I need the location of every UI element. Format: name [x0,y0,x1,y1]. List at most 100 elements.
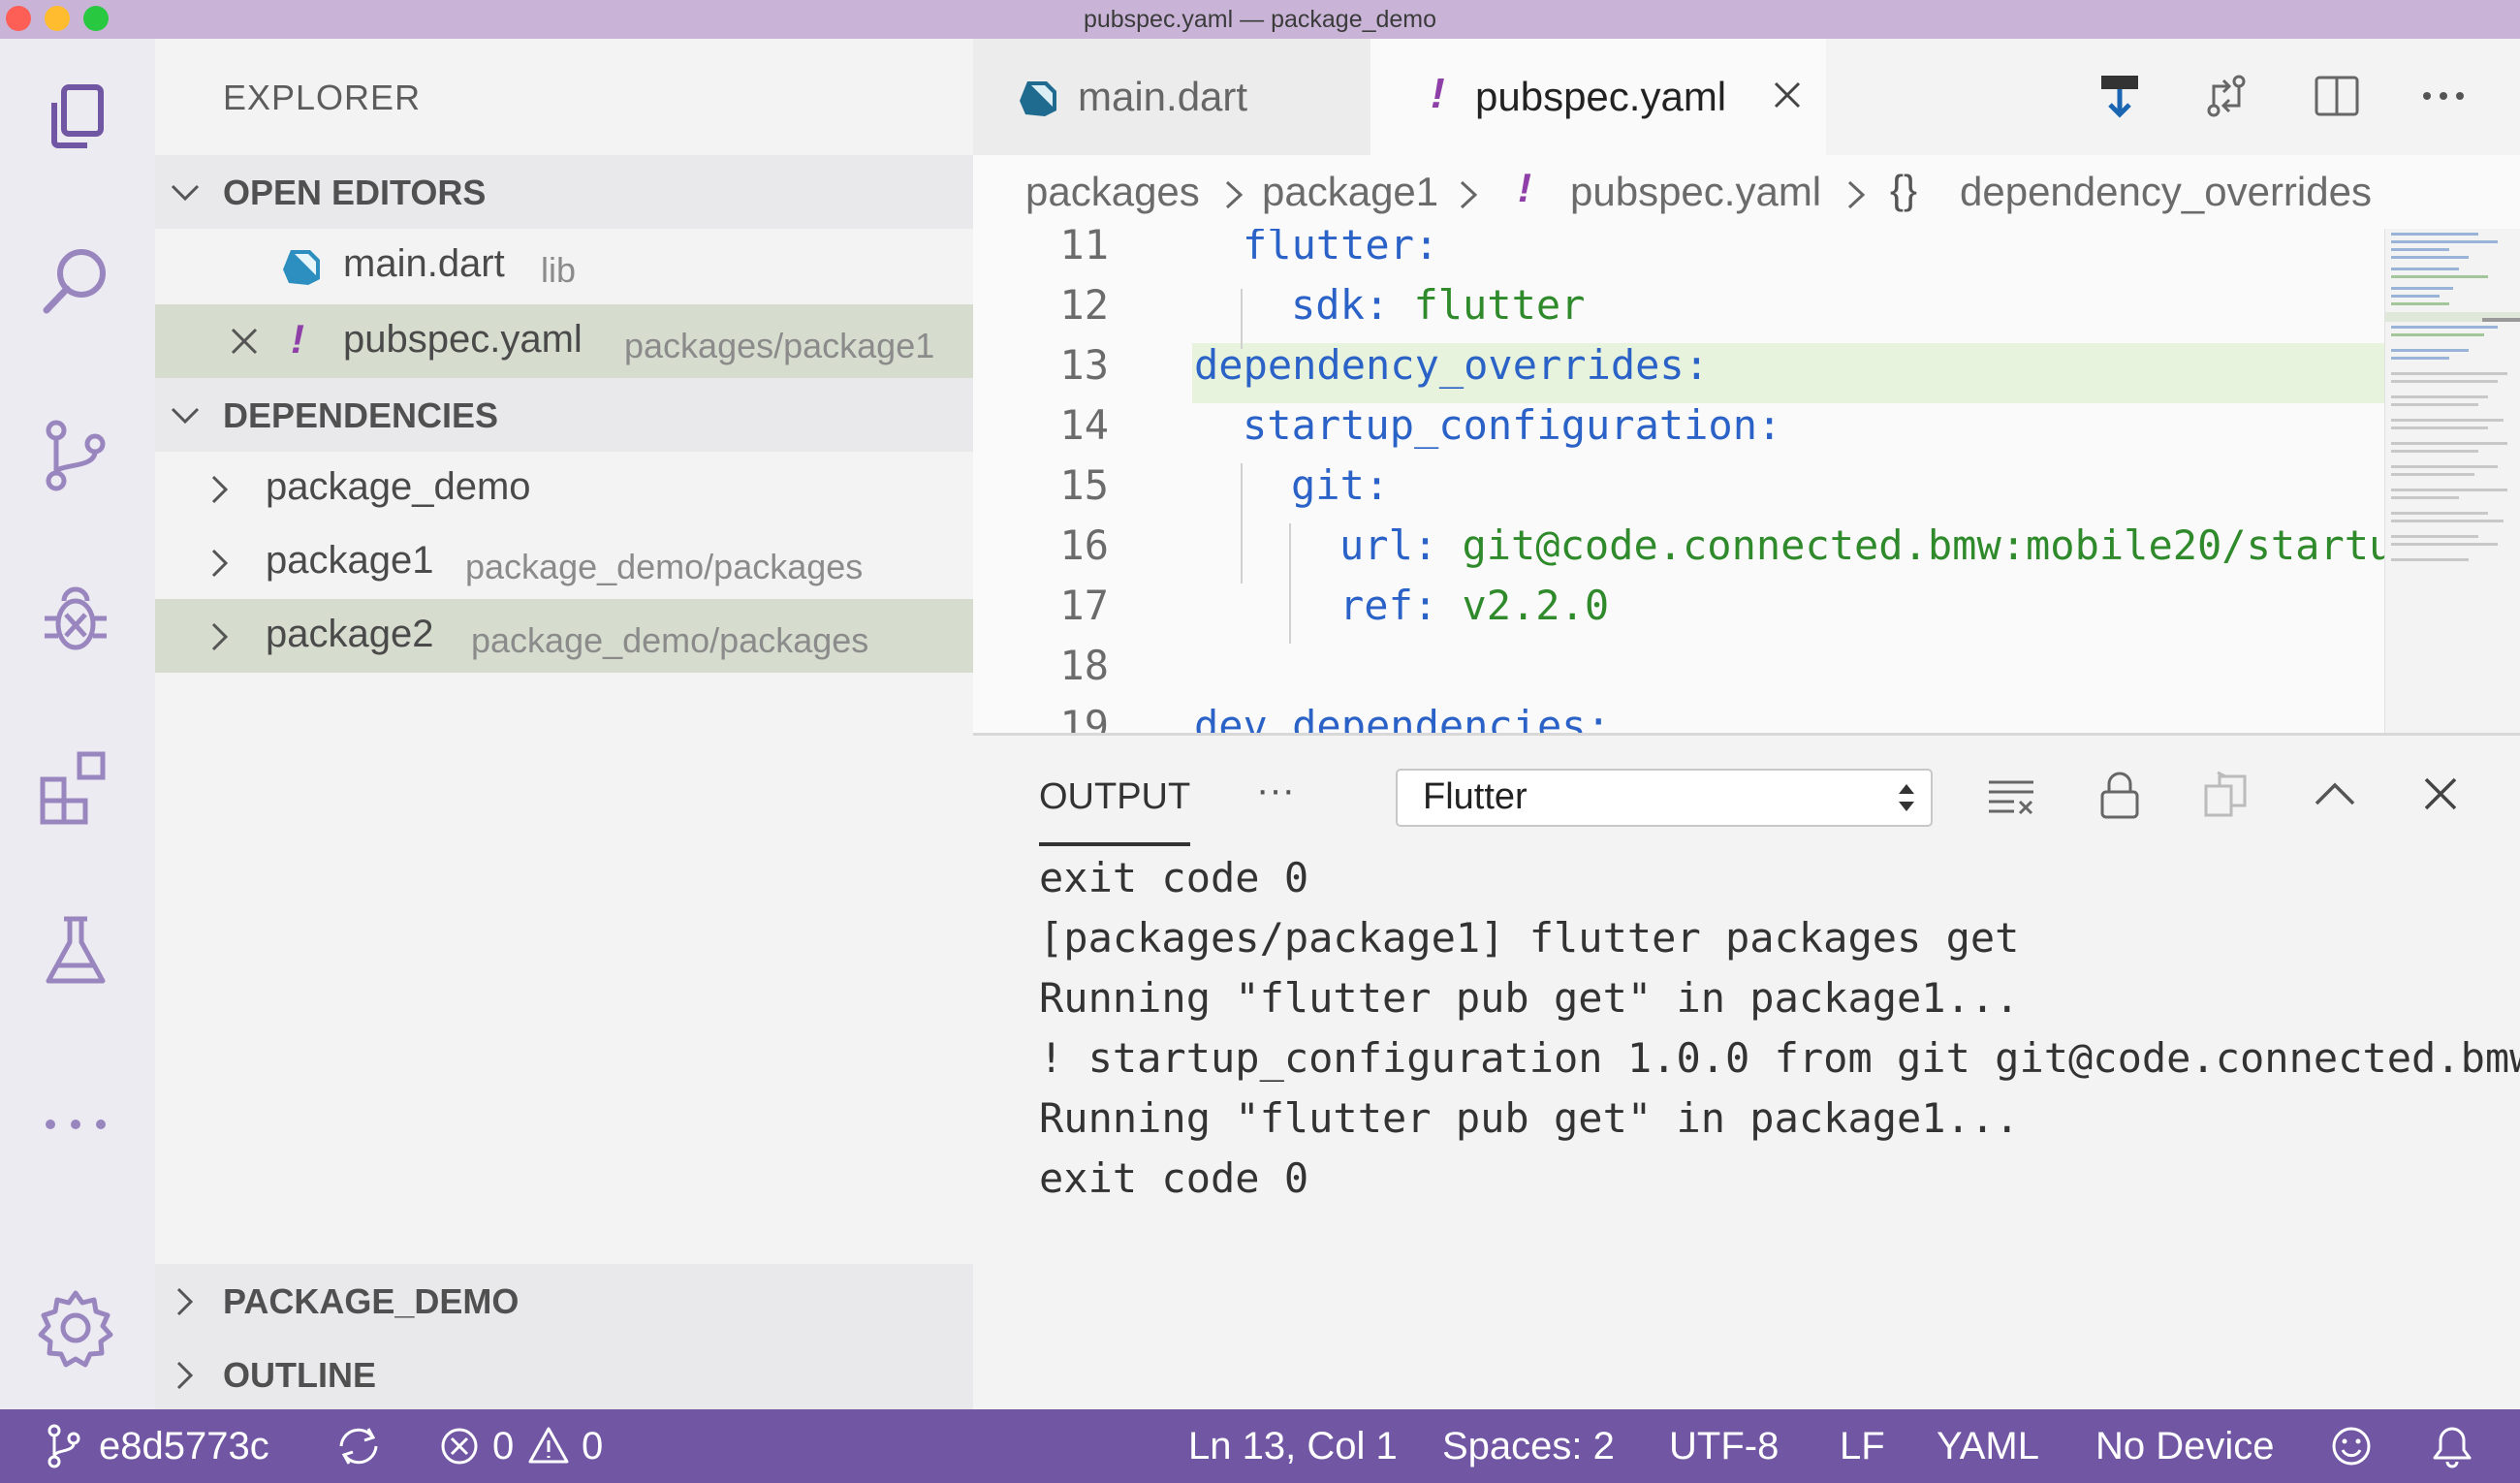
error-icon[interactable] [440,1427,479,1466]
indentation[interactable]: Spaces: 2 [1442,1425,1615,1468]
yaml-file-icon: ! [291,316,304,362]
chevron-right-icon [176,1361,194,1390]
yaml-separator: : [1412,582,1463,629]
yaml-key: ref [1339,582,1413,629]
debug-icon[interactable] [27,572,124,669]
explorer-title: EXPLORER [223,78,422,117]
breadcrumb-item[interactable]: dependency_overrides [1960,169,2372,215]
indent-guide [1289,523,1291,644]
tab-output[interactable]: OUTPUT [1039,776,1190,818]
file-name: pubspec.yaml [343,318,583,361]
open-editor-main-dart[interactable]: main.dart lib [155,229,973,302]
yaml-value: v2.2.0 [1462,582,1610,629]
more-icon[interactable] [27,1076,124,1173]
yaml-separator: : [1364,461,1390,509]
gear-icon[interactable] [27,1279,124,1376]
chevron-right-icon [1847,180,1866,209]
code-editor[interactable]: 11 flutter: 12 sdk: flutter 13 dependenc… [973,229,2520,733]
encoding[interactable]: UTF-8 [1669,1425,1779,1468]
feedback-smiley-icon[interactable] [2330,1425,2373,1467]
chevron-right-icon [211,549,229,578]
window-title: pubspec.yaml — package_demo [1083,6,1437,33]
notifications-bell-icon[interactable] [2431,1423,2473,1469]
language-mode[interactable]: YAML [1937,1425,2039,1468]
open-editors-label: OPEN EDITORS [223,173,487,212]
lock-icon[interactable] [2097,771,2142,821]
active-tab-indicator [1039,842,1190,846]
chevron-right-icon [1225,180,1244,209]
package-demo-label: PACKAGE_DEMO [223,1281,520,1321]
editor-tab-bar: main.dart ! pubspec.yaml [973,39,2520,155]
output-line: exit code 0 [1039,854,1309,901]
yaml-separator: : [1586,702,1611,733]
testing-icon[interactable] [27,901,124,998]
dependency-name: package_demo [266,465,531,508]
warning-icon[interactable] [527,1425,570,1466]
yaml-key: flutter [1243,229,1415,268]
dependency-package1[interactable]: package1 package_demo/packages [155,525,973,599]
clear-output-icon[interactable] [1985,774,2037,819]
line-number: 19 [1059,702,1109,733]
close-icon[interactable] [227,324,262,359]
yaml-separator: : [1757,401,1782,449]
extensions-icon[interactable] [27,737,124,834]
output-line: [packages/package1] flutter packages get [1039,914,2020,962]
dart-file-icon [283,250,320,285]
line-number: 12 [1059,281,1109,329]
split-editor-icon[interactable] [2313,72,2361,120]
search-icon[interactable] [27,233,124,330]
yaml-key: dependency_overrides [1194,341,1685,389]
line-ending[interactable]: LF [1840,1425,1885,1468]
download-icon[interactable] [2097,72,2142,120]
branch-name[interactable]: e8d5773c [99,1425,269,1468]
yaml-file-icon: ! [1518,165,1531,210]
chevron-right-icon [1460,180,1478,209]
tab-label: pubspec.yaml [1475,74,1727,119]
status-bar: e8d5773c 0 0 Ln 13, Col 1 Spaces: 2 UTF-… [0,1409,2520,1483]
dependency-package2[interactable]: package2 package_demo/packages [155,599,973,673]
chevron-right-icon [211,475,229,504]
output-channel-select[interactable]: Flutter [1396,769,1933,827]
dependencies-header[interactable]: DEPENDENCIES [155,378,973,452]
sync-icon[interactable] [335,1425,382,1467]
indent-guide [1241,463,1243,584]
indent-guide [1241,289,1243,349]
files-icon[interactable] [27,68,124,165]
yaml-separator: : [1412,521,1463,569]
symbol-object-icon: {} [1890,167,1918,212]
chevron-up-icon[interactable] [2313,774,2357,813]
file-desc: packages/package1 [624,326,935,365]
open-editors-header[interactable]: OPEN EDITORS [155,155,973,229]
chevron-right-icon [176,1287,194,1316]
file-desc: lib [541,250,577,290]
breadcrumb-item[interactable]: pubspec.yaml [1570,169,1821,215]
tab-pubspec-yaml[interactable]: ! pubspec.yaml [1370,39,1826,155]
open-in-editor-icon[interactable] [2200,771,2251,821]
flutter-device[interactable]: No Device [2095,1425,2275,1468]
yaml-key: dev_dependencies [1194,702,1587,733]
close-panel-icon[interactable] [2421,774,2460,813]
compare-changes-icon[interactable] [2202,72,2251,120]
package-demo-header[interactable]: PACKAGE_DEMO [155,1264,973,1338]
source-control-icon[interactable] [27,407,124,504]
more-actions-icon[interactable] [2419,72,2468,120]
tab-label: main.dart [1078,74,1248,119]
error-count[interactable]: 0 [492,1425,514,1468]
breadcrumb-item[interactable]: package1 [1262,169,1438,215]
tab-main-dart[interactable]: main.dart [973,39,1370,155]
close-icon[interactable] [1770,78,1805,112]
warning-count[interactable]: 0 [582,1425,603,1468]
dependency-package-demo[interactable]: package_demo [155,452,973,525]
output-line: exit code 0 [1039,1154,1309,1202]
yaml-key: git [1291,461,1365,509]
breadcrumb-item[interactable]: packages [1025,169,1200,215]
panel-more-icon[interactable]: ··· [1256,769,1295,812]
explorer-sidebar: EXPLORER OPEN EDITORS main.dart lib ! pu… [155,39,973,1411]
dart-file-icon [1020,81,1056,116]
open-editor-pubspec[interactable]: ! pubspec.yaml packages/package1 [155,304,973,378]
line-number: 16 [1059,521,1109,569]
minimap[interactable] [2384,229,2520,733]
outline-header[interactable]: OUTLINE [155,1338,973,1411]
cursor-position[interactable]: Ln 13, Col 1 [1188,1425,1398,1468]
line-number: 15 [1059,461,1109,509]
